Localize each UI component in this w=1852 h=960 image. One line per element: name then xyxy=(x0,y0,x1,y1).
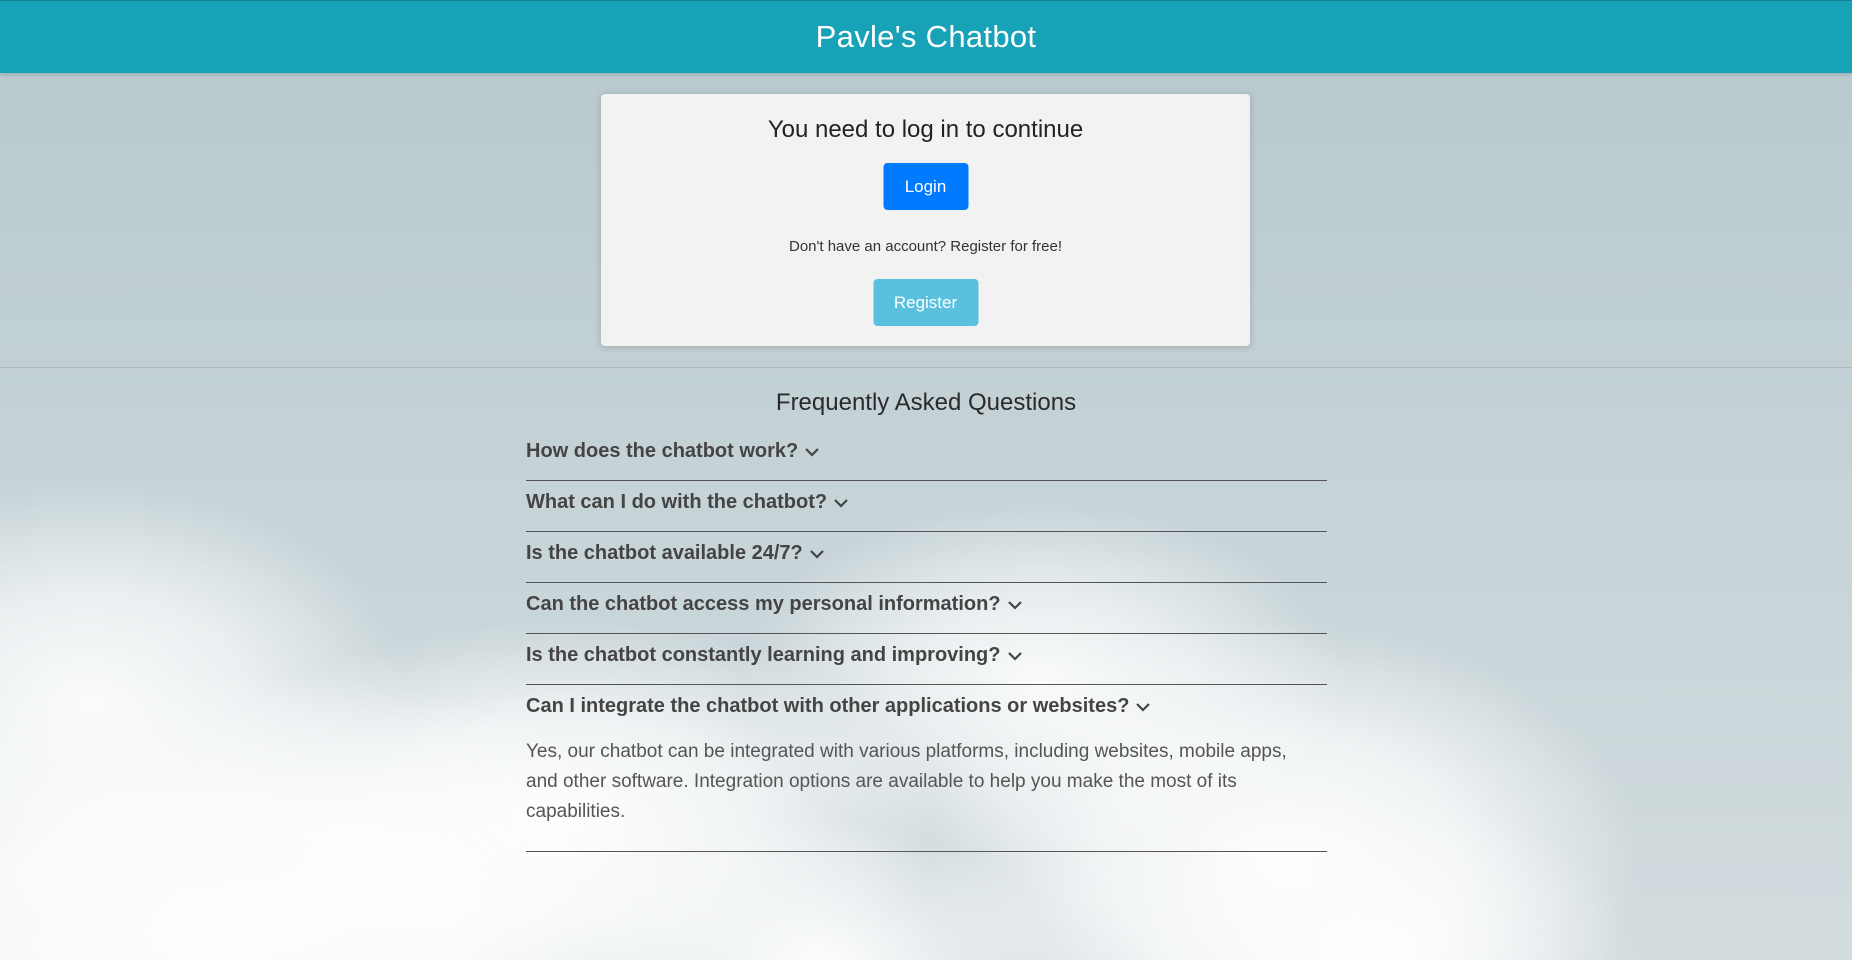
app-title: Pavle's Chatbot xyxy=(815,19,1037,54)
register-prompt: Don't have an account? Register for free… xyxy=(788,238,1063,255)
faq-question: What can I do with the chatbot? xyxy=(526,491,828,513)
faq-answer: Yes, our chatbot can be integrated with … xyxy=(526,741,1287,822)
faq-question: Is the chatbot constantly learning and i… xyxy=(526,644,1001,666)
faq-item-expanded: Can I integrate the chatbot with other a… xyxy=(526,685,1327,852)
faq-question: Is the chatbot available 24/7? xyxy=(526,542,803,564)
faq-question: Can the chatbot access my personal infor… xyxy=(526,593,1001,615)
faq-question: How does the chatbot work? xyxy=(526,440,799,462)
faq-question: Can I integrate the chatbot with other a… xyxy=(526,695,1130,717)
faq-question-toggle[interactable]: What can I do with the chatbot? xyxy=(526,491,849,514)
register-button[interactable]: Register xyxy=(873,279,978,326)
faq-question-toggle[interactable]: Is the chatbot constantly learning and i… xyxy=(526,644,1023,667)
login-heading: You need to log in to continue xyxy=(767,116,1084,143)
faq-item: Is the chatbot available 24/7? xyxy=(526,532,1327,583)
header-bar: Pavle's Chatbot xyxy=(0,0,1852,73)
chevron-down-icon xyxy=(834,498,848,508)
faq-item: How does the chatbot work? xyxy=(526,430,1327,481)
section-divider xyxy=(0,367,1852,368)
faq-list: How does the chatbot work? What can I do… xyxy=(526,430,1327,852)
faq-item: Can the chatbot access my personal infor… xyxy=(526,583,1327,634)
chevron-down-icon xyxy=(1136,702,1151,712)
login-card: You need to log in to continue Login Don… xyxy=(601,94,1250,346)
login-button[interactable]: Login xyxy=(883,163,968,210)
faq-question-toggle[interactable]: Can the chatbot access my personal infor… xyxy=(526,593,1023,616)
faq-question-toggle[interactable]: Is the chatbot available 24/7? xyxy=(526,542,825,565)
faq-item: What can I do with the chatbot? xyxy=(526,481,1327,532)
faq-item: Is the chatbot constantly learning and i… xyxy=(526,634,1327,685)
faq-question-toggle[interactable]: Can I integrate the chatbot with other a… xyxy=(526,695,1151,718)
faq-title: Frequently Asked Questions xyxy=(775,389,1077,416)
chevron-down-icon xyxy=(805,447,820,457)
chevron-down-icon xyxy=(1007,651,1022,661)
faq-question-toggle[interactable]: How does the chatbot work? xyxy=(526,440,820,463)
chevron-down-icon xyxy=(810,549,824,559)
chevron-down-icon xyxy=(1007,600,1022,610)
